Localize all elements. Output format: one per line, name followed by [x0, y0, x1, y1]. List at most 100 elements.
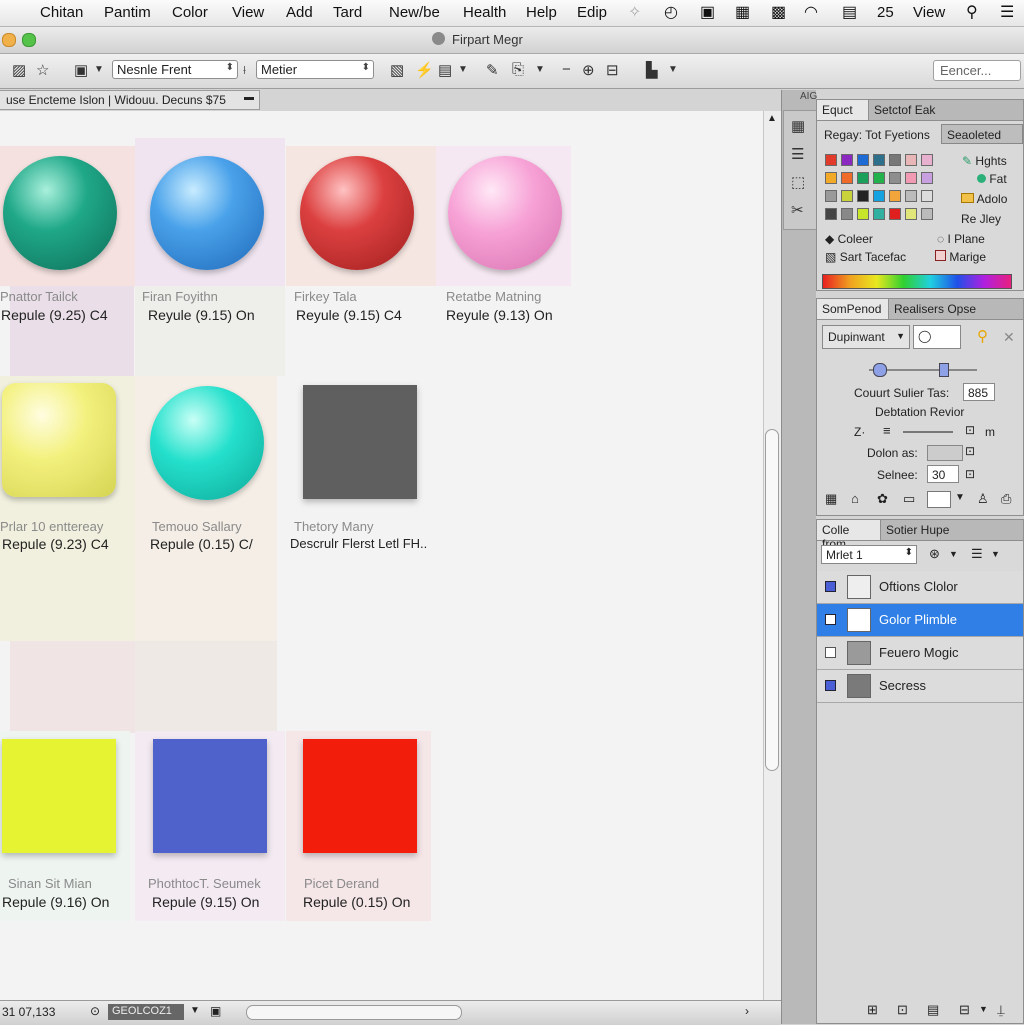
- color-swatch-cell[interactable]: [889, 172, 901, 184]
- search-input[interactable]: Eencer...: [933, 60, 1021, 81]
- zoom-icon[interactable]: ⊙: [90, 1004, 100, 1018]
- color-swatch-cell[interactable]: [921, 172, 933, 184]
- layer-visibility-toggle[interactable]: [825, 647, 836, 658]
- settings-icon[interactable]: ✿: [877, 491, 888, 507]
- swatch-square[interactable]: [153, 739, 267, 853]
- bluetooth-icon[interactable]: ✧: [628, 2, 641, 22]
- minimize-button[interactable]: [2, 33, 16, 47]
- link-layers-icon[interactable]: ⊞: [867, 1002, 878, 1018]
- color-swatch-cell[interactable]: [825, 190, 837, 202]
- layer-row[interactable]: Oftions Clolor: [817, 571, 1023, 604]
- layer-style-icon[interactable]: ▤: [438, 61, 452, 79]
- tools-icon[interactable]: ✂: [791, 201, 804, 219]
- list-options-icon[interactable]: ☰: [971, 546, 983, 562]
- stepper-icon[interactable]: ⊡: [965, 467, 975, 481]
- chevron-down-icon[interactable]: ▼: [955, 492, 965, 503]
- color-spectrum-bar[interactable]: [822, 274, 1012, 289]
- color-swatch-cell[interactable]: [889, 208, 901, 220]
- grid-view-icon[interactable]: ▦: [825, 491, 837, 507]
- mask-icon[interactable]: ▤: [927, 1002, 939, 1018]
- mode-field[interactable]: GEOLCOZ1: [108, 1004, 184, 1020]
- color-swatch-cell[interactable]: [921, 208, 933, 220]
- chevron-down-icon[interactable]: ▼: [979, 1004, 988, 1014]
- color-swatch-cell[interactable]: [889, 190, 901, 202]
- color-swatch-cell[interactable]: [841, 172, 853, 184]
- mode-select[interactable]: Dupinwant ▼: [822, 325, 910, 349]
- layer-row[interactable]: Feuero Mogic: [817, 637, 1023, 670]
- option-hghts[interactable]: ✎ Hghts: [962, 154, 1007, 168]
- frame-icon[interactable]: ▣: [74, 61, 88, 79]
- folder-icon[interactable]: ▭: [903, 491, 915, 507]
- layer-row[interactable]: Golor Plimble: [817, 604, 1023, 637]
- history-icon[interactable]: ▦: [791, 117, 805, 135]
- chevron-down-icon[interactable]: ▼: [949, 549, 958, 559]
- tab-sompenod[interactable]: SomPenod: [817, 299, 889, 319]
- menu-item-health[interactable]: Health: [463, 4, 506, 21]
- layer-row[interactable]: Secress: [817, 670, 1023, 703]
- airplay-icon[interactable]: ▣: [700, 2, 715, 22]
- selnee-input[interactable]: 30: [927, 465, 959, 483]
- option-adolo[interactable]: Adolo: [961, 192, 1007, 206]
- color-swatch-cell[interactable]: [857, 172, 869, 184]
- color-swatch-cell[interactable]: [905, 154, 917, 166]
- clock-icon[interactable]: ◴: [664, 2, 678, 22]
- color-swatch-cell[interactable]: [857, 208, 869, 220]
- z-slider[interactable]: [903, 431, 953, 433]
- color-swatch-cell[interactable]: [825, 154, 837, 166]
- stepper-icon[interactable]: ⊡: [965, 444, 975, 458]
- layer-visibility-toggle[interactable]: [825, 614, 836, 625]
- chevron-down-icon[interactable]: ▼: [458, 64, 468, 75]
- share-icon[interactable]: ⎙: [1001, 491, 1011, 507]
- chevron-down-icon[interactable]: ▼: [991, 549, 1000, 559]
- image-icon[interactable]: ▨: [12, 61, 26, 79]
- menu-item-pantim[interactable]: Pantim: [104, 4, 151, 21]
- color-swatch-cell[interactable]: [921, 190, 933, 202]
- color-swatch-cell[interactable]: [857, 154, 869, 166]
- transform-icon[interactable]: ⬚: [791, 173, 805, 191]
- color-swatch-cell[interactable]: [873, 208, 885, 220]
- menu-item-add[interactable]: Add: [286, 4, 313, 21]
- swatch-square[interactable]: [303, 739, 417, 853]
- color-swatch-cell[interactable]: [921, 154, 933, 166]
- layer-style-icon[interactable]: ⊡: [897, 1002, 908, 1018]
- color-swatch-cell[interactable]: [841, 190, 853, 202]
- color-swatch-cell[interactable]: [873, 190, 885, 202]
- menu-item-newbe[interactable]: New/be: [389, 4, 440, 21]
- vertical-scrollbar[interactable]: ▲: [763, 111, 782, 1000]
- lock-box-icon[interactable]: ⊡: [965, 423, 975, 437]
- preview-field[interactable]: ◯: [913, 325, 961, 349]
- blank-preview[interactable]: [927, 491, 951, 508]
- tab-equct[interactable]: Equct: [817, 100, 869, 120]
- scroll-up-arrow-icon[interactable]: ▲: [767, 113, 777, 124]
- chevron-down-icon[interactable]: ▼: [535, 64, 545, 75]
- menu-lines-icon[interactable]: ≡: [883, 423, 891, 438]
- panel-toggle-icon[interactable]: ▣: [210, 1004, 221, 1018]
- arrange-icon[interactable]: ▙: [646, 61, 658, 79]
- menu-item-chitan[interactable]: Chitan: [40, 4, 83, 21]
- color-swatch-cell[interactable]: [905, 172, 917, 184]
- horizontal-scrollbar-thumb[interactable]: [246, 1005, 462, 1020]
- color-option[interactable]: ◆ Coleer: [825, 232, 873, 246]
- scrollbar-thumb[interactable]: [765, 429, 779, 771]
- display-icon[interactable]: ▩: [771, 2, 786, 22]
- battery-icon[interactable]: ▤: [842, 2, 857, 22]
- color-swatch-cell[interactable]: [857, 190, 869, 202]
- wifi-icon[interactable]: ◠: [804, 2, 818, 22]
- list-icon[interactable]: ☰: [791, 145, 804, 163]
- color-swatch-cell[interactable]: [825, 208, 837, 220]
- color-swatch-cell[interactable]: [841, 154, 853, 166]
- swatch-ball[interactable]: [448, 156, 562, 270]
- new-layer-icon[interactable]: ⊟: [959, 1002, 970, 1018]
- tab-sotier-hupe[interactable]: Sotier Hupe: [881, 520, 954, 540]
- color-swatch-cell[interactable]: [905, 208, 917, 220]
- tab-realisers-opse[interactable]: Realisers Opse: [889, 299, 981, 319]
- swatch-ball[interactable]: [150, 156, 264, 270]
- grid-icon[interactable]: ▦: [735, 2, 750, 22]
- split-icon[interactable]: ⟊: [243, 63, 246, 78]
- sort-option[interactable]: ▧ Sart Tacefac: [825, 250, 906, 264]
- layer-visibility-toggle[interactable]: [825, 680, 836, 691]
- menu-item-view[interactable]: View: [232, 4, 264, 21]
- dolon-field[interactable]: [927, 445, 963, 461]
- chevron-down-icon[interactable]: ▼: [668, 64, 678, 75]
- swatch-square[interactable]: [2, 739, 116, 853]
